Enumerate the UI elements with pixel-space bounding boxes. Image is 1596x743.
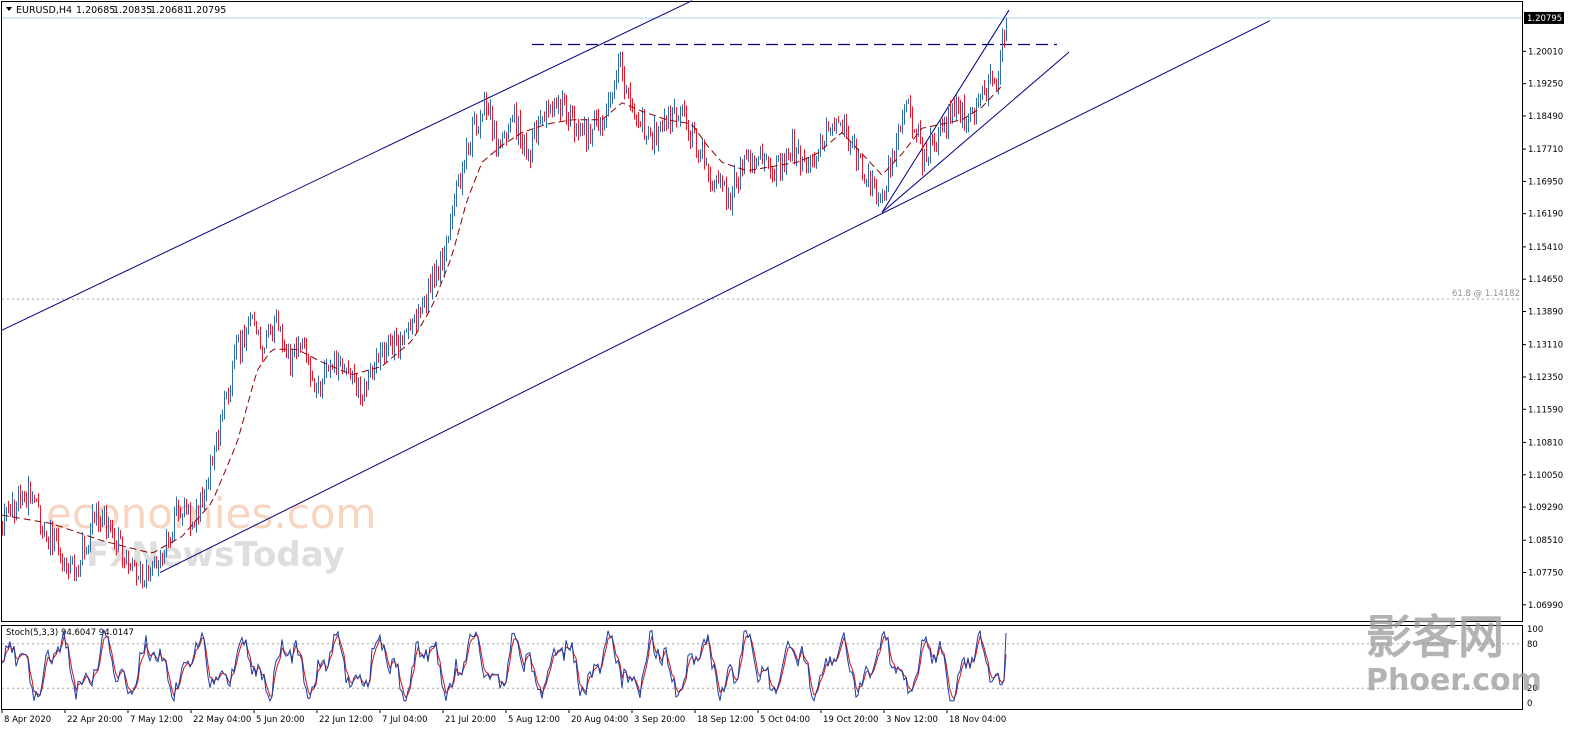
ohlc-open: 1.20685 [76, 5, 115, 16]
stamp-text: 影客网 [1366, 610, 1504, 664]
chart-header: EURUSD,H4 1.20685 1.20835 1.20681 1.2079… [6, 5, 226, 16]
y-tick-label: 1.07750 [1528, 569, 1563, 579]
x-tick-label: 5 Aug 12:00 [508, 715, 560, 725]
y-tick-label: 1.14650 [1528, 275, 1563, 285]
chart: 61.8 @ 1.14182 economies.com FxNewsToday… [0, 0, 1596, 743]
x-tick-label: 22 May 04:00 [193, 715, 251, 725]
y-tick-label: 1.10050 [1528, 471, 1563, 481]
x-tick-label: 20 Aug 04:00 [571, 715, 628, 725]
y-tick-label: 1.16190 [1528, 210, 1563, 220]
y-tick-label: 1.15410 [1528, 243, 1563, 253]
y-tick-label: 1.09290 [1528, 503, 1563, 513]
y-tick-label: 1.06990 [1528, 601, 1563, 611]
x-tick-label: 8 Apr 2020 [4, 715, 51, 725]
x-tick-label: 18 Sep 12:00 [697, 715, 754, 725]
x-tick-label: 22 Apr 20:00 [67, 715, 122, 725]
x-tick-label: 7 Jul 04:00 [382, 715, 428, 725]
stochastic-tick-label: 80 [1527, 640, 1538, 650]
fib-level-label: 61.8 @ 1.14182 [1452, 289, 1520, 299]
y-tick-label: 1.08510 [1528, 536, 1563, 546]
y-tick-label: 1.10810 [1528, 438, 1563, 448]
ohlc-high: 1.20835 [113, 5, 152, 16]
x-tick-label: 18 Nov 04:00 [949, 715, 1006, 725]
x-tick-label: 22 Jun 12:00 [319, 715, 373, 725]
ohlc-low: 1.20681 [150, 5, 189, 16]
y-tick-label: 1.12350 [1528, 373, 1563, 383]
stochastic-label: Stoch(5,3,3) 94.6047 94.0147 [6, 628, 134, 638]
y-tick-label: 1.17710 [1528, 145, 1563, 155]
y-tick-label: 1.13890 [1528, 308, 1563, 318]
x-tick-label: 5 Jun 20:00 [256, 715, 305, 725]
y-tick-label: 1.13110 [1528, 341, 1563, 351]
x-tick-label: 3 Sep 20:00 [634, 715, 685, 725]
x-tick-label: 7 May 12:00 [130, 715, 183, 725]
x-tick-label: 21 Jul 20:00 [445, 715, 496, 725]
y-tick-label: 1.20010 [1528, 47, 1563, 57]
y-tick-label: 1.16950 [1528, 177, 1563, 187]
x-tick-label: 19 Oct 20:00 [823, 715, 878, 725]
ohlc-close: 1.20795 [187, 5, 226, 16]
watermark-subtext: FxNewsToday [86, 535, 345, 575]
watermark-text: economies.com [46, 489, 376, 538]
x-tick-label: 5 Oct 04:00 [760, 715, 810, 725]
x-tick-label: 3 Nov 12:00 [886, 715, 938, 725]
current-price-label: 1.20795 [1527, 14, 1562, 24]
y-tick-label: 1.18490 [1528, 112, 1563, 122]
symbol-label: EURUSD,H4 [16, 5, 72, 16]
stochastic-tick-label: 0 [1527, 699, 1532, 709]
y-tick-label: 1.19250 [1528, 80, 1563, 90]
stochastic-tick-label: 100 [1527, 625, 1543, 635]
y-tick-label: 1.11590 [1528, 405, 1563, 415]
stamp-subtext: Phoer.com [1366, 663, 1542, 698]
